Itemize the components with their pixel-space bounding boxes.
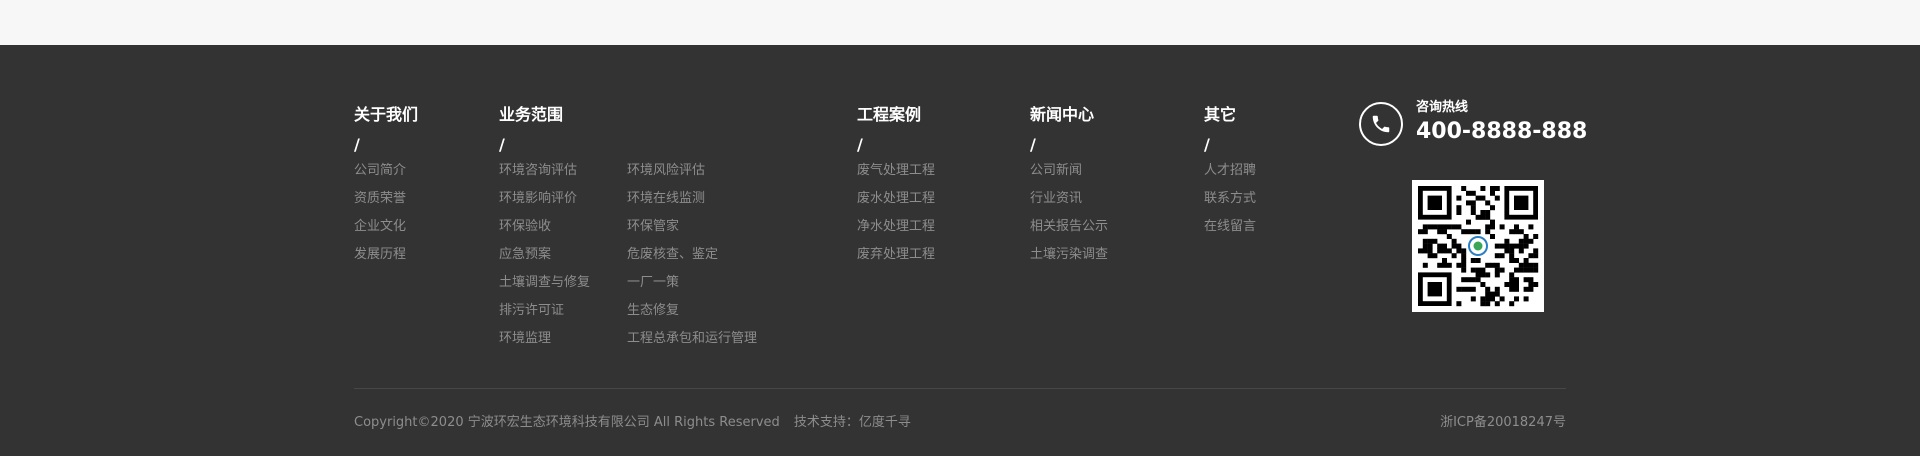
footer-link-business[interactable]: 一厂一策 (627, 275, 755, 291)
footer-link-careers[interactable]: 人才招聘 (1204, 163, 1256, 179)
footer-link-business[interactable]: 生态修复 (627, 303, 755, 319)
footer-column-about: 关于我们 / 公司简介 资质荣誉 企业文化 发展历程 (354, 105, 418, 275)
tech-support-link[interactable]: 技术支持：亿度千寻 (794, 415, 911, 430)
copyright-text: Copyright©2020 宁波环宏生态环境科技有限公司 All Rights… (354, 415, 780, 430)
footer-link-case[interactable]: 废弃处理工程 (857, 247, 935, 263)
column-title-other[interactable]: 其它 (1204, 105, 1256, 125)
title-slash: / (354, 135, 360, 154)
title-slash: / (1030, 135, 1036, 154)
link-list-about: 公司简介 资质荣誉 企业文化 发展历程 (354, 163, 418, 263)
link-list-business: 环境咨询评估 环境影响评价 环保验收 应急预案 土壤调查与修复 排污许可证 环境… (499, 163, 757, 359)
hotline-label: 咨询热线 (1416, 100, 1469, 115)
footer-link-qualifications[interactable]: 资质荣誉 (354, 191, 418, 207)
footer-link-news[interactable]: 相关报告公示 (1030, 219, 1108, 235)
site-footer: 关于我们 / 公司简介 资质荣誉 企业文化 发展历程 业务范围 / 环境咨询评估… (0, 45, 1920, 456)
footer-link-business[interactable]: 工程总承包和运行管理 (627, 331, 757, 347)
footer-column-business: 业务范围 / 环境咨询评估 环境影响评价 环保验收 应急预案 土壤调查与修复 排… (499, 105, 757, 359)
footer-link-business[interactable]: 环境在线监测 (627, 191, 755, 207)
business-links-right: 环境风险评估 环境在线监测 环保管家 危废核查、鉴定 一厂一策 生态修复 工程总… (627, 163, 757, 359)
footer-link-business[interactable]: 环保验收 (499, 219, 627, 235)
footer-link-business[interactable]: 环境影响评价 (499, 191, 627, 207)
footer-link-case[interactable]: 废气处理工程 (857, 163, 935, 179)
footer-link-business[interactable]: 环境风险评估 (627, 163, 755, 179)
footer-link-business[interactable]: 环保管家 (627, 219, 755, 235)
footer-link-business[interactable]: 应急预案 (499, 247, 627, 263)
footer-link-case[interactable]: 净水处理工程 (857, 219, 935, 235)
column-title-business[interactable]: 业务范围 (499, 105, 755, 125)
copyright-line: Copyright©2020 宁波环宏生态环境科技有限公司 All Rights… (354, 414, 921, 432)
title-slash: / (857, 135, 863, 154)
footer-link-business[interactable]: 土壤调查与修复 (499, 275, 627, 291)
link-list-news: 公司新闻 行业资讯 相关报告公示 土壤污染调查 (1030, 163, 1108, 263)
footer-column-news: 新闻中心 / 公司新闻 行业资讯 相关报告公示 土壤污染调查 (1030, 105, 1108, 275)
footer-column-cases: 工程案例 / 废气处理工程 废水处理工程 净水处理工程 废弃处理工程 (857, 105, 935, 275)
hotline-number[interactable]: 400-8888-888 (1416, 118, 1587, 146)
business-links-left: 环境咨询评估 环境影响评价 环保验收 应急预案 土壤调查与修复 排污许可证 环境… (499, 163, 627, 359)
link-list-cases: 废气处理工程 废水处理工程 净水处理工程 废弃处理工程 (857, 163, 935, 263)
footer-link-business[interactable]: 排污许可证 (499, 303, 627, 319)
icp-record-link[interactable]: 浙ICP备20018247号 (1440, 414, 1566, 432)
top-page-area (0, 0, 1920, 45)
footer-link-culture[interactable]: 企业文化 (354, 219, 418, 235)
footer-link-company-intro[interactable]: 公司简介 (354, 163, 418, 179)
qr-code-icon (1412, 180, 1544, 312)
footer-link-business[interactable]: 环境咨询评估 (499, 163, 627, 179)
link-list-other: 人才招聘 联系方式 在线留言 (1204, 163, 1256, 235)
footer-link-news[interactable]: 土壤污染调查 (1030, 247, 1108, 263)
footer-link-news[interactable]: 公司新闻 (1030, 163, 1108, 179)
footer-link-message[interactable]: 在线留言 (1204, 219, 1256, 235)
footer-link-case[interactable]: 废水处理工程 (857, 191, 935, 207)
footer-link-business[interactable]: 危废核查、鉴定 (627, 247, 755, 263)
phone-icon (1359, 102, 1403, 146)
footer-link-contact[interactable]: 联系方式 (1204, 191, 1256, 207)
footer-link-history[interactable]: 发展历程 (354, 247, 418, 263)
footer-link-news[interactable]: 行业资讯 (1030, 191, 1108, 207)
title-slash: / (1204, 135, 1210, 154)
column-title-news[interactable]: 新闻中心 (1030, 105, 1108, 125)
qr-code-graphic (1418, 186, 1539, 307)
column-title-cases[interactable]: 工程案例 (857, 105, 935, 125)
hotline-block: 咨询热线 400-8888-888 (1359, 100, 1587, 150)
title-slash: / (499, 135, 505, 154)
footer-link-business[interactable]: 环境监理 (499, 331, 627, 347)
footer-column-other: 其它 / 人才招聘 联系方式 在线留言 (1204, 105, 1256, 247)
footer-divider (354, 388, 1566, 389)
column-title-about[interactable]: 关于我们 (354, 105, 418, 125)
